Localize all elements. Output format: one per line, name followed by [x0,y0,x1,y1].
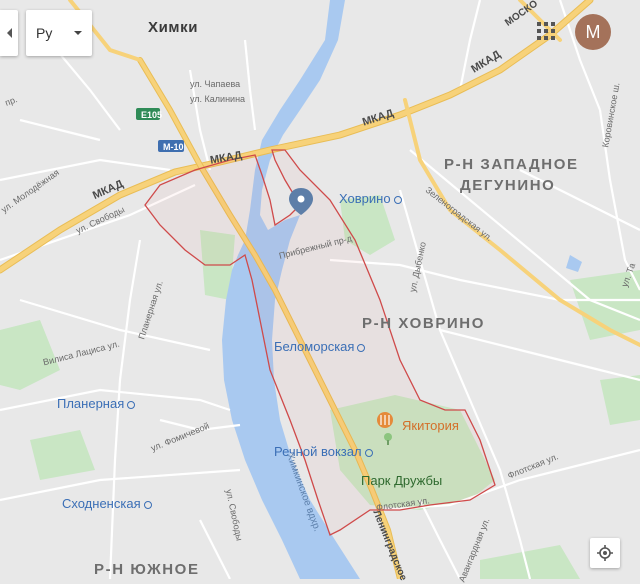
metro-icon [127,400,136,409]
avatar-letter: М [585,21,601,42]
metro-icon [364,448,373,457]
city-label: Химки [148,19,199,36]
poi-name: Планерная [57,396,125,411]
district-label: Р-Н ХОВРИНО [362,315,486,332]
poi-label-planernaya[interactable]: Планерная [57,396,136,411]
poi-label-khovrino[interactable]: Ховрино [339,191,402,206]
metro-icon [143,500,152,509]
chevron-left-icon [6,28,12,38]
metro-icon [393,195,402,204]
metro-icon [357,343,366,352]
district-label: ДЕГУНИНО [460,177,556,194]
apps-grid-icon[interactable] [537,22,555,40]
district-label: Р-Н ЮЖНОЕ [94,561,200,578]
dropdown-arrow-icon [74,31,83,35]
map-canvas[interactable] [0,0,640,579]
crosshair-icon [597,545,613,561]
street-label: ул. Калинина [190,94,246,104]
street-label: ул. Чапаева [190,79,241,89]
route-shield-label: М-10 [163,142,184,152]
restaurant-pin-icon [377,412,393,428]
poi-label-skhodnenskaya[interactable]: Сходненская [62,496,152,511]
route-shield-label: Е105 [141,110,163,120]
poi-label-yakitoria[interactable]: Якитория [402,418,459,433]
poi-name: Сходненская [62,496,141,511]
my-location-button[interactable] [590,538,620,568]
district-label: Р-Н ЗАПАДНОЕ [444,156,579,173]
layer-selector[interactable]: Ру [26,10,92,56]
poi-label-park-druzhby[interactable]: Парк Дружбы [361,473,442,488]
poi-name: Ховрино [339,191,391,206]
poi-name: Беломорская [274,339,355,354]
poi-label-belomorskaya[interactable]: Беломорская [274,339,366,354]
avatar[interactable]: М [575,14,611,50]
layer-label: Ру [36,25,53,41]
collapse-panel-button[interactable] [0,10,18,56]
